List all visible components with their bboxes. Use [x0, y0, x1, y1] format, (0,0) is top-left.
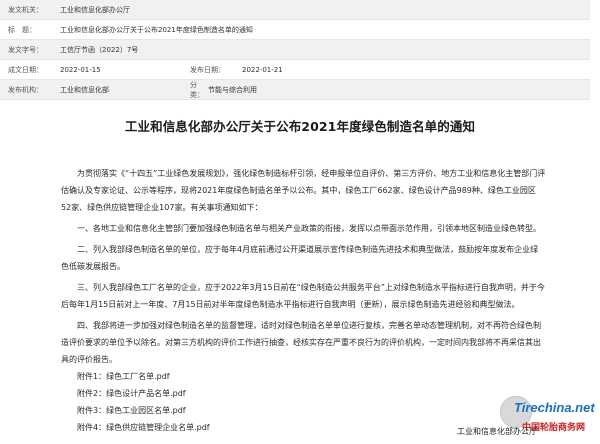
- meta-row-issuer: 发文机关： 工业和信息化部办公厅: [0, 0, 590, 20]
- category-label: 分 类：: [190, 80, 204, 99]
- created-value: 2022-01-15: [60, 65, 101, 74]
- attachment-link[interactable]: 附件3：绿色工业园区名单.pdf: [61, 402, 546, 419]
- docno-value: 工信厅节函（2022）7号: [60, 45, 139, 54]
- issuer-value: 工业和信息化部办公厅: [60, 5, 130, 14]
- meta-row-dates: 成文日期： 2022-01-15 发布日期： 2022-01-21: [0, 60, 590, 80]
- paragraph-2: 二、列入我部绿色制造名单的单位，应于每年4月底前通过公开渠道展示宣传绿色制造先进…: [61, 245, 539, 271]
- paragraph-4: 四、我部将进一步加强对绿色制造名单的监督管理，适时对绿色制造名单单位进行复核，完…: [61, 321, 541, 364]
- attachment-link[interactable]: 附件1：绿色工厂名单.pdf: [61, 368, 546, 385]
- signature: 工业和信息化部办公厅: [457, 427, 537, 436]
- title-value: 工业和信息化部办公厅关于公布2021年度绿色制造名单的通知: [60, 25, 253, 34]
- org-label: 发布机构：: [8, 85, 43, 94]
- docno-label: 发文字号：: [8, 45, 43, 54]
- document-metadata-table: 发文机关： 工业和信息化部办公厅 标 题： 工业和信息化部办公厅关于公布2021…: [0, 0, 590, 100]
- published-label: 发布日期：: [190, 65, 225, 74]
- org-value: 工业和信息化部: [60, 85, 109, 94]
- meta-row-org: 发布机构： 工业和信息化部 分 类： 节能与综合利用: [0, 80, 590, 100]
- title-label: 标 题：: [8, 25, 36, 34]
- paragraph-3: 三、列入我部绿色工厂名单的企业，应于2022年3月15日前在“绿色制造公共服务平…: [61, 283, 545, 309]
- meta-row-title: 标 题： 工业和信息化部办公厅关于公布2021年度绿色制造名单的通知: [0, 20, 590, 40]
- category-value: 节能与综合利用: [208, 85, 257, 94]
- attachment-link[interactable]: 附件2：绿色设计产品名单.pdf: [61, 385, 546, 402]
- watermark-site: Tirechina.net: [514, 400, 595, 415]
- document-body: 为贯彻落实《“十四五”工业绿色发展规划》，强化绿色制造标杆引领，经申报单位自评价…: [61, 165, 546, 436]
- document-title: 工业和信息化部办公厅关于公布2021年度绿色制造名单的通知: [124, 119, 476, 134]
- meta-row-docno: 发文字号： 工信厅节函（2022）7号: [0, 40, 590, 60]
- created-label: 成文日期：: [8, 65, 43, 74]
- issuer-label: 发文机关：: [8, 5, 43, 14]
- paragraph-intro: 为贯彻落实《“十四五”工业绿色发展规划》，强化绿色制造标杆引领，经申报单位自评价…: [61, 169, 546, 212]
- paragraph-1: 一、各地工业和信息化主管部门要加强绿色制造名单与相关产业政策的衔接，发挥以点带面…: [77, 224, 541, 233]
- published-value: 2022-01-21: [242, 65, 283, 74]
